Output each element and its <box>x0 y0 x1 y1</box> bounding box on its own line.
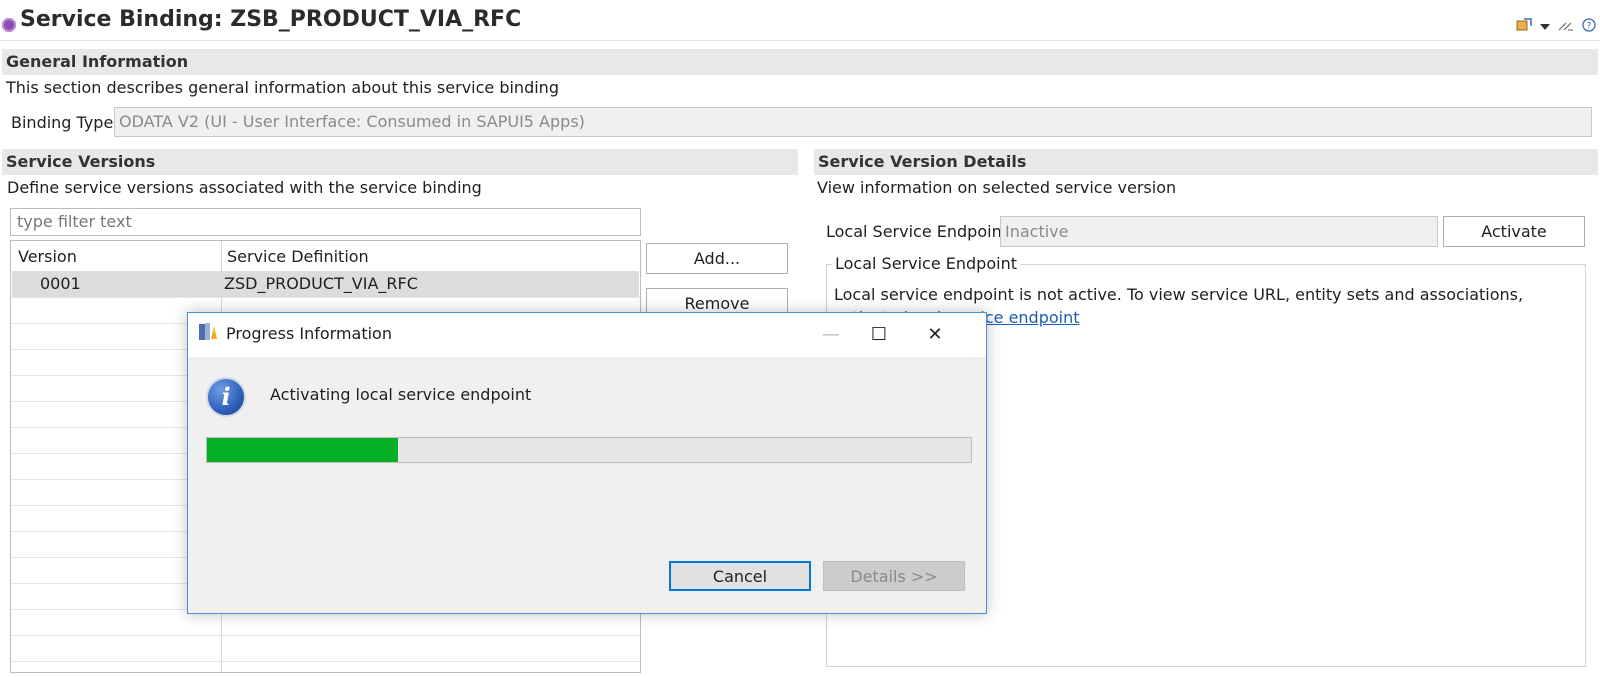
local-service-endpoint-group-title: Local Service Endpoint <box>832 254 1020 273</box>
collapse-icon[interactable] <box>1558 20 1574 35</box>
column-header-version[interactable]: Version <box>18 247 77 266</box>
table-row[interactable]: 0001 ZSD_PRODUCT_VIA_RFC <box>12 271 639 297</box>
binding-type-field[interactable]: ODATA V2 (UI - User Interface: Consumed … <box>114 107 1592 137</box>
eclipse-app-icon <box>198 322 217 342</box>
endpoint-message-text: Local service endpoint is not active. To… <box>834 285 1524 304</box>
publish-icon[interactable] <box>1516 18 1532 36</box>
page-title: Service Binding: ZSB_PRODUCT_VIA_RFC <box>20 7 522 32</box>
minimize-icon[interactable]: — <box>808 319 854 351</box>
row-divider <box>11 661 640 662</box>
service-binding-icon <box>2 18 16 32</box>
dialog-title: Progress Information <box>226 324 392 343</box>
close-icon[interactable]: ✕ <box>912 319 958 351</box>
help-icon[interactable]: ? <box>1582 18 1596 36</box>
progress-bar <box>206 437 972 463</box>
local-service-endpoint-label: Local Service Endpoint: <box>826 222 1014 241</box>
progress-bar-fill <box>207 438 398 462</box>
dropdown-icon[interactable] <box>1540 20 1550 35</box>
general-info-heading: General Information <box>2 49 1598 75</box>
row-version: 0001 <box>40 274 81 293</box>
add-button[interactable]: Add... <box>646 243 788 274</box>
service-versions-heading: Service Versions <box>2 149 798 175</box>
maximize-icon[interactable]: ☐ <box>856 319 902 351</box>
svg-text:?: ? <box>1587 22 1592 32</box>
row-divider <box>11 297 640 298</box>
general-info-description: This section describes general informati… <box>6 78 559 97</box>
activate-button[interactable]: Activate <box>1443 216 1585 247</box>
details-button[interactable]: Details >> <box>823 561 965 591</box>
row-divider <box>11 635 640 636</box>
filter-input[interactable]: type filter text <box>10 208 641 236</box>
title-divider <box>0 40 1600 41</box>
row-service-definition: ZSD_PRODUCT_VIA_RFC <box>224 274 418 293</box>
service-versions-description: Define service versions associated with … <box>7 178 482 197</box>
progress-dialog[interactable]: Progress Information — ☐ ✕ i Activating … <box>187 312 987 614</box>
editor-toolbar: ? <box>1516 18 1596 36</box>
service-version-details-heading: Service Version Details <box>814 149 1598 175</box>
cancel-button[interactable]: Cancel <box>669 561 811 591</box>
service-version-details-description: View information on selected service ver… <box>817 178 1177 197</box>
local-service-endpoint-field[interactable]: Inactive <box>1000 216 1438 247</box>
information-icon: i <box>206 377 246 417</box>
column-header-service-definition[interactable]: Service Definition <box>227 247 369 266</box>
dialog-message: Activating local service endpoint <box>270 385 532 404</box>
binding-type-label: Binding Type: <box>11 113 119 132</box>
